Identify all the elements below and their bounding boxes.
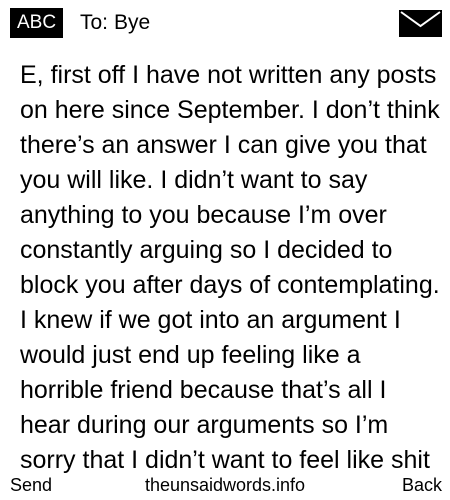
message-body[interactable]: E, first off I have not written any post… bbox=[20, 58, 440, 478]
compose-header: ABC To: Bye bbox=[0, 0, 450, 46]
recipient-field[interactable]: To: Bye bbox=[80, 10, 150, 36]
softkey-bar: theunsaidwords.info Send Back bbox=[0, 471, 450, 500]
recipient-label: To: bbox=[80, 11, 109, 34]
recipient-name: Bye bbox=[114, 11, 151, 34]
back-softkey[interactable]: Back bbox=[399, 473, 442, 497]
send-softkey[interactable]: Send bbox=[10, 473, 55, 497]
footer-watermark-container: theunsaidwords.info bbox=[0, 473, 450, 497]
footer-watermark: theunsaidwords.info bbox=[142, 475, 308, 495]
envelope-icon bbox=[399, 10, 442, 37]
input-mode-indicator[interactable]: ABC bbox=[10, 8, 64, 38]
